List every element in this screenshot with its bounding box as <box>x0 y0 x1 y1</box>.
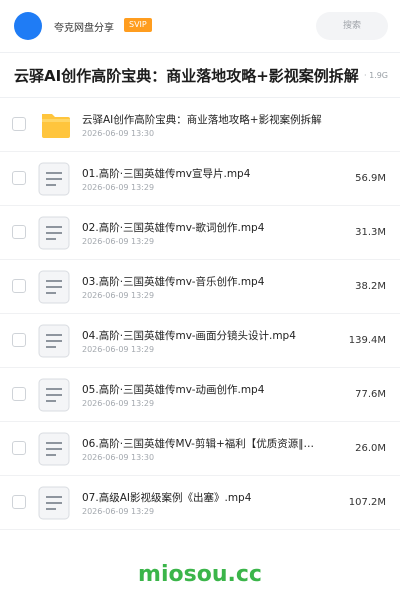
video-file-icon <box>38 162 70 196</box>
folder-title-bar: · 1.9G 云驿AI创作高阶宝典：商业落地攻略+影视案例拆解 <box>0 52 400 98</box>
video-file-icon <box>38 486 70 520</box>
file-row[interactable]: 07.高级AI影视级案例《出塞》.mp4 2026-06-09 13:29 107.… <box>0 476 400 530</box>
video-file-icon <box>38 216 70 250</box>
video-file-icon <box>38 432 70 466</box>
file-date: 2026-06-09 13:29 <box>82 237 155 246</box>
file-name: 04.高阶·三国英雄传mv-画面分镜头设计.mp4 <box>82 330 296 342</box>
file-size: 107.2M <box>348 497 386 508</box>
file-name: 01.高阶·三国英雄传mv宣导片.mp4 <box>82 168 251 180</box>
file-row[interactable]: 06.高阶·三国英雄传MV-剪辑+福利【优质资源‖… 2026-06-09 13:… <box>0 422 400 476</box>
file-date: 2026-06-09 13:29 <box>82 345 155 354</box>
svip-badge: SVIP <box>124 18 152 32</box>
folder-total-size: · 1.9G <box>359 71 388 80</box>
video-file-icon <box>38 270 70 304</box>
row-checkbox[interactable] <box>12 387 26 401</box>
file-name: 02.高阶·三国英雄传mv-歌词创作.mp4 <box>82 222 265 234</box>
file-date: 2026-06-09 13:29 <box>82 399 155 408</box>
file-size: 56.9M <box>355 173 386 184</box>
file-date: 2026-06-09 13:30 <box>82 453 155 462</box>
folder-row[interactable]: 云驿AI创作高阶宝典：商业落地攻略+影视案例拆解 2026-06-09 13:30 <box>0 98 400 152</box>
file-row[interactable]: 01.高阶·三国英雄传mv宣导片.mp4 2026-06-09 13:29 56.9… <box>0 152 400 206</box>
file-size: 31.3M <box>355 227 386 238</box>
row-checkbox[interactable] <box>12 333 26 347</box>
file-date: 2026-06-09 13:29 <box>82 183 155 192</box>
share-header: 夸克网盘分享 SVIP 搜索 <box>0 0 400 52</box>
file-name: 06.高阶·三国英雄传MV-剪辑+福利【优质资源‖… <box>82 438 314 450</box>
file-row[interactable]: 03.高阶·三国英雄传mv-音乐创作.mp4 2026-06-09 13:29 38… <box>0 260 400 314</box>
row-checkbox[interactable] <box>12 225 26 239</box>
file-row[interactable]: 02.高阶·三国英雄传mv-歌词创作.mp4 2026-06-09 13:29 31… <box>0 206 400 260</box>
file-size: 139.4M <box>348 335 386 346</box>
row-checkbox[interactable] <box>12 279 26 293</box>
search-button[interactable]: 搜索 <box>316 12 388 40</box>
row-checkbox[interactable] <box>12 171 26 185</box>
row-checkbox[interactable] <box>12 441 26 455</box>
file-size: 38.2M <box>355 281 386 292</box>
row-checkbox[interactable] <box>12 495 26 509</box>
file-row[interactable]: 04.高阶·三国英雄传mv-画面分镜头设计.mp4 2026-06-09 13:2… <box>0 314 400 368</box>
file-date: 2026-06-09 13:30 <box>82 129 155 138</box>
watermark: miosou.cc <box>138 562 262 587</box>
avatar[interactable] <box>14 12 42 40</box>
file-name: 07.高级AI影视级案例《出塞》.mp4 <box>82 492 252 504</box>
file-date: 2026-06-09 13:29 <box>82 291 155 300</box>
file-date: 2026-06-09 13:29 <box>82 507 155 516</box>
video-file-icon <box>38 378 70 412</box>
folder-icon <box>40 110 72 144</box>
row-checkbox[interactable] <box>12 117 26 131</box>
sharer-name: 夸克网盘分享 <box>54 23 114 34</box>
file-name: 05.高阶·三国英雄传mv-动画创作.mp4 <box>82 384 265 396</box>
page-title: 云驿AI创作高阶宝典：商业落地攻略+影视案例拆解 <box>14 67 359 85</box>
file-name: 云驿AI创作高阶宝典：商业落地攻略+影视案例拆解 <box>82 114 322 126</box>
video-file-icon <box>38 324 70 358</box>
file-size: 77.6M <box>355 389 386 400</box>
file-name: 03.高阶·三国英雄传mv-音乐创作.mp4 <box>82 276 265 288</box>
file-size: 26.0M <box>355 443 386 454</box>
file-row[interactable]: 05.高阶·三国英雄传mv-动画创作.mp4 2026-06-09 13:29 77… <box>0 368 400 422</box>
